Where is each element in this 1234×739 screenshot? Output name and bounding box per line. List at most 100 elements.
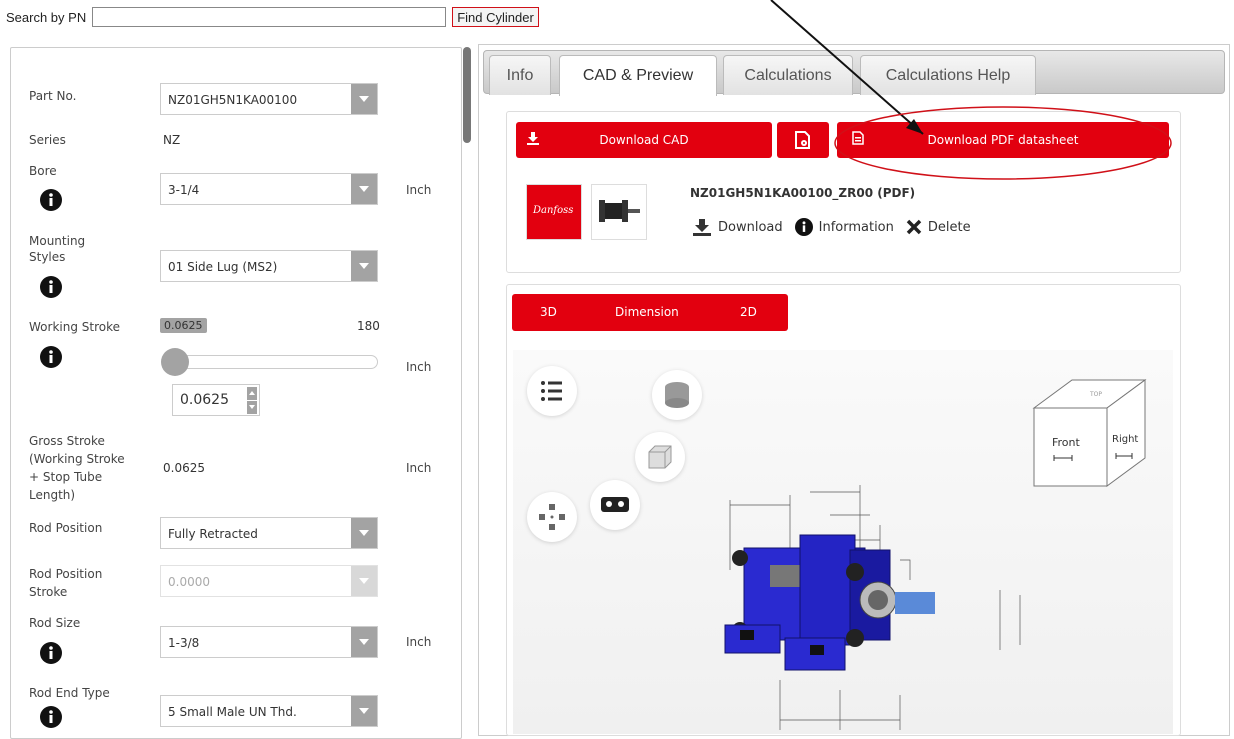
download-pdf-label: Download PDF datasheet [927,133,1079,147]
cylinder-view-button[interactable] [652,370,702,420]
view-tab-3d[interactable]: 3D [540,305,557,319]
rod-position-value: Fully Retracted [168,527,258,541]
list-menu-button[interactable] [527,366,577,416]
bore-value: 3-1/4 [168,183,200,197]
find-cylinder-button[interactable]: Find Cylinder [452,7,539,27]
stroke-max-label: 180 [357,319,380,333]
rod-position-stroke-label-1: Rod Position [29,567,103,581]
mounting-label-2: Styles [29,250,66,264]
search-label: Search by PN [6,9,87,25]
cad-settings-button[interactable] [777,122,829,158]
download-cad-button[interactable]: Download CAD [516,122,772,158]
cube-icon [648,445,672,469]
series-label: Series [29,133,66,147]
working-stroke-stepper[interactable]: 0.0625 [172,384,260,416]
gross-stroke-unit: Inch [406,461,432,475]
rod-end-type-label: Rod End Type [29,686,110,700]
file-delete-link[interactable]: Delete [928,220,971,235]
tab-info[interactable]: Info [489,55,551,95]
cylinder-thumbnail[interactable] [591,184,647,240]
view-cube[interactable]: TOP Front Right [1032,378,1147,488]
rod-size-unit: Inch [406,635,432,649]
rod-end-type-value: 5 Small Male UN Thd. [168,705,297,719]
box-view-button[interactable] [635,432,685,482]
cylinder-3d-model[interactable] [700,480,1060,730]
file-information-link[interactable]: Information [819,220,894,235]
mounting-style-select[interactable]: 01 Side Lug (MS2) [160,250,378,282]
vr-view-button[interactable] [590,480,640,530]
chevron-down-icon [351,518,377,548]
search-bar: Search by PN Find Cylinder [6,6,539,28]
file-gear-icon [795,131,810,149]
chevron-down-icon [351,696,377,726]
part-no-value: NZ01GH5N1KA00100 [168,93,298,107]
tab-calculations[interactable]: Calculations [723,55,853,95]
file-download-link[interactable]: Download [718,220,783,235]
gross-stroke-value: 0.0625 [163,461,205,475]
chevron-down-icon [351,84,377,114]
info-icon[interactable] [40,706,62,728]
mounting-style-value: 01 Side Lug (MS2) [168,260,278,274]
danfoss-logo-thumbnail[interactable]: Danfoss [526,184,582,240]
download-icon[interactable] [692,218,712,236]
chevron-down-icon [351,251,377,281]
working-stroke-label: Working Stroke [29,320,120,334]
rod-position-stroke-input: 0.0000 [160,565,378,597]
cube-top-label[interactable]: TOP [1089,391,1102,398]
stroke-min-badge: 0.0625 [160,318,207,333]
rod-position-stroke-label-2: Stroke [29,585,68,599]
part-no-label: Part No. [29,89,77,103]
bore-select[interactable]: 3-1/4 [160,173,378,205]
view-tab-dimension[interactable]: Dimension [615,305,679,319]
info-icon[interactable] [40,189,62,211]
rod-position-select[interactable]: Fully Retracted [160,517,378,549]
info-icon[interactable] [40,346,62,368]
chevron-down-icon [351,566,377,596]
part-no-select[interactable]: NZ01GH5N1KA00100 [160,83,378,115]
stroke-slider-track[interactable] [176,355,378,369]
gross-stroke-label-3: + Stop Tube [29,470,103,484]
scrollbar-thumb[interactable] [463,47,471,143]
file-actions: Download Information Delete [692,218,971,236]
file-title: NZ01GH5N1KA00100_ZR00 (PDF) [690,186,916,200]
delete-x-icon[interactable] [906,219,922,235]
cylinder-image [599,200,640,222]
gross-stroke-label-2: (Working Stroke [29,452,125,466]
chevron-down-icon [351,627,377,657]
pdf-file-icon [852,131,864,145]
download-cad-label: Download CAD [599,133,689,147]
rod-size-select[interactable]: 1-3/8 [160,626,378,658]
information-icon[interactable] [794,218,813,236]
cylinder-shape-icon [665,382,689,408]
download-icon [527,132,539,145]
tab-cad-preview[interactable]: CAD & Preview [559,55,717,96]
series-value: NZ [163,133,181,147]
stepper-down-icon[interactable] [247,401,257,414]
explode-view-button[interactable] [527,492,577,542]
tab-calculations-help[interactable]: Calculations Help [860,55,1036,95]
rod-position-label: Rod Position [29,521,103,535]
chevron-down-icon [351,174,377,204]
cube-right-label[interactable]: Right [1112,434,1138,445]
working-stroke-unit: Inch [406,360,432,374]
view-tab-2d[interactable]: 2D [740,305,757,319]
gross-stroke-label-1: Gross Stroke [29,434,105,448]
scrollbar-track[interactable] [462,47,471,737]
working-stroke-value: 0.0625 [180,392,229,408]
explode-icon [539,504,565,530]
vr-goggles-icon [601,497,629,512]
info-icon[interactable] [40,276,62,298]
bore-unit: Inch [406,183,432,197]
cube-front-label[interactable]: Front [1052,436,1081,449]
part-number-input[interactable] [92,7,447,27]
stroke-slider-handle[interactable] [161,348,189,376]
gross-stroke-label-4: Length) [29,488,76,502]
rod-size-label: Rod Size [29,616,81,630]
download-pdf-datasheet-button[interactable]: Download PDF datasheet [837,122,1169,158]
rod-position-stroke-value: 0.0000 [168,575,210,589]
stepper-up-icon[interactable] [247,387,257,400]
info-icon[interactable] [40,642,62,664]
bore-label: Bore [29,164,57,178]
danfoss-logo-text: Danfoss [533,205,574,216]
rod-end-type-select[interactable]: 5 Small Male UN Thd. [160,695,378,727]
